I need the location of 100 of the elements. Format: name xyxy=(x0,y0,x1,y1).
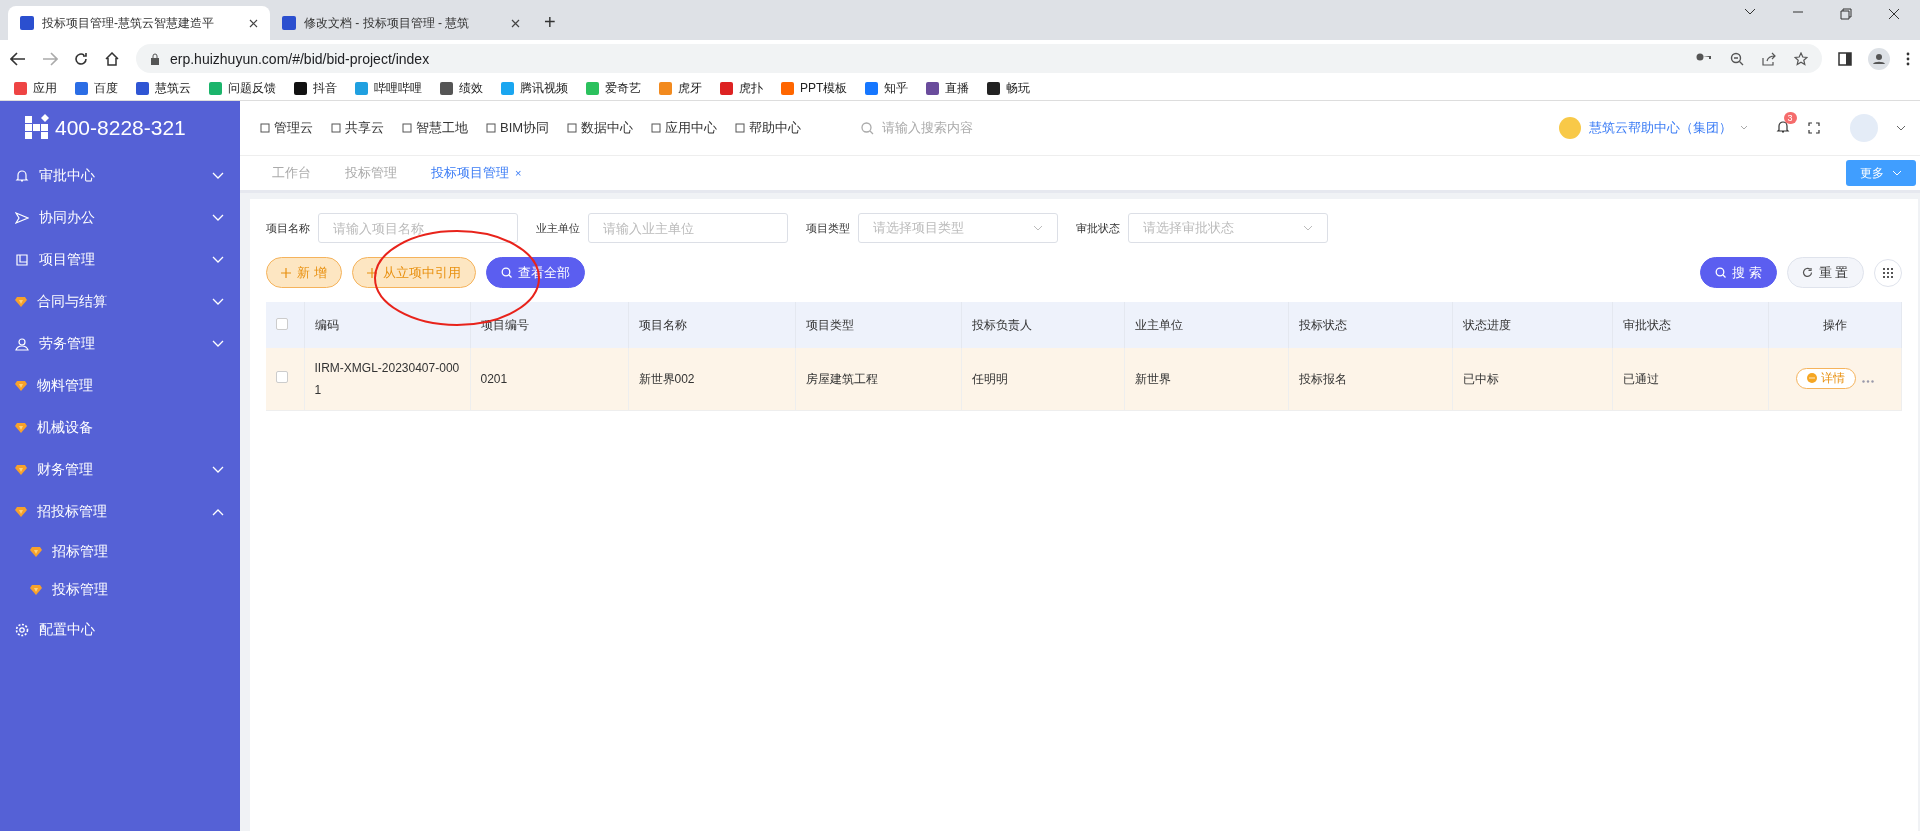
square-icon xyxy=(735,123,746,133)
more-icon[interactable] xyxy=(1861,380,1874,384)
organization-name[interactable]: 慧筑云帮助中心（集团） xyxy=(1588,119,1732,137)
minimize-icon[interactable] xyxy=(1792,8,1804,16)
close-icon[interactable] xyxy=(249,18,258,28)
browser-tab[interactable]: 投标项目管理-慧筑云智慧建造平 xyxy=(8,6,270,40)
bookmark[interactable]: 问题反馈 xyxy=(209,80,276,97)
book-icon xyxy=(15,253,29,267)
filter-label: 审批状态 xyxy=(1076,220,1120,236)
chevron-icon xyxy=(1033,225,1043,231)
filter-label: 业主单位 xyxy=(536,220,580,236)
fullscreen-icon[interactable] xyxy=(1807,122,1820,134)
sidebar-subitem[interactable]: 招标管理 xyxy=(0,533,240,571)
reset-button[interactable]: 重 置 xyxy=(1786,257,1864,288)
back-icon[interactable] xyxy=(10,51,26,66)
bookmark[interactable]: 直播 xyxy=(926,80,970,97)
gem-icon xyxy=(30,584,42,596)
search-icon xyxy=(500,267,512,278)
bookmark[interactable]: 抖音 xyxy=(294,80,337,97)
checkbox[interactable] xyxy=(276,317,288,330)
page-tab[interactable]: 投标项目管理 × xyxy=(417,164,542,182)
chevron-icon xyxy=(212,172,224,180)
bookmark[interactable]: 应用 xyxy=(14,80,57,97)
key-icon[interactable] xyxy=(1696,51,1712,62)
nav-link[interactable]: BIM协同 xyxy=(486,119,550,137)
column-header: 项目名称 xyxy=(628,302,795,348)
nav-link[interactable]: 共享云 xyxy=(331,119,384,137)
close-icon[interactable] xyxy=(1888,8,1900,20)
sidebar-item[interactable]: 财务管理 xyxy=(0,449,240,491)
reload-icon[interactable] xyxy=(74,51,88,66)
sidebar-item[interactable]: 审批中心 xyxy=(0,155,240,197)
square-icon xyxy=(486,123,496,133)
bookmark[interactable]: PPT模板 xyxy=(781,80,848,97)
filter-label: 项目类型 xyxy=(806,220,850,236)
bookmark[interactable]: 腾讯视频 xyxy=(501,80,568,97)
plus-icon xyxy=(366,267,377,278)
bell-icon[interactable] xyxy=(1775,119,1790,134)
zoom-out-icon[interactable] xyxy=(1730,51,1744,66)
new-tab-button[interactable]: + xyxy=(532,11,568,40)
settings-icon xyxy=(15,623,29,637)
lock-icon xyxy=(150,52,160,65)
profile-icon[interactable] xyxy=(1868,47,1890,70)
nav-link[interactable]: 智慧工地 xyxy=(402,119,468,137)
bookmark[interactable]: 百度 xyxy=(75,80,118,97)
search-button[interactable]: 搜 索 xyxy=(1700,257,1777,288)
sidebar-item[interactable]: 项目管理 xyxy=(0,239,240,281)
bookmark[interactable]: 畅玩 xyxy=(987,80,1031,97)
bookmark[interactable]: 爱奇艺 xyxy=(586,80,641,97)
share-icon[interactable] xyxy=(1762,51,1776,66)
chevron-icon xyxy=(212,466,224,474)
close-icon[interactable] xyxy=(511,18,520,28)
column-header: 状态进度 xyxy=(1452,302,1612,348)
column-header: 项目类型 xyxy=(795,302,961,348)
sidebar-item[interactable]: 合同与结算 xyxy=(0,281,240,323)
chevron-icon[interactable] xyxy=(1895,125,1906,131)
gem-icon xyxy=(15,296,27,308)
bookmark[interactable]: 绩效 xyxy=(440,80,483,97)
filter-label: 项目名称 xyxy=(266,220,310,236)
send-icon xyxy=(15,211,29,225)
sidebar-item[interactable]: 劳务管理 xyxy=(0,323,240,365)
column-header: 审批状态 xyxy=(1612,302,1768,348)
bookmark[interactable]: 虎扑 xyxy=(720,80,763,97)
chevron-icon xyxy=(212,340,224,348)
bookmark[interactable]: 虎牙 xyxy=(659,80,702,97)
address-bar[interactable]: erp.huizhuyun.com/#/bid/bid-project/index xyxy=(136,44,1822,73)
table-cell: 新世界002 xyxy=(628,348,795,411)
gem-icon xyxy=(15,380,27,392)
chevron-icon xyxy=(212,214,224,222)
favicon-icon xyxy=(282,16,296,30)
sidebar-item[interactable]: 物料管理 xyxy=(0,365,240,407)
nav-link[interactable]: 应用中心 xyxy=(651,119,718,137)
nav-link[interactable]: 管理云 xyxy=(260,119,313,137)
bookmark[interactable]: 哔哩哔哩 xyxy=(355,80,422,97)
menu-icon[interactable] xyxy=(1906,51,1910,66)
table-cell: 任明明 xyxy=(961,348,1124,411)
input-field[interactable]: 请输入项目名称 xyxy=(318,213,518,243)
nav-link[interactable]: 帮助中心 xyxy=(735,119,802,137)
bell-icon xyxy=(15,169,29,183)
chevron-icon[interactable] xyxy=(1744,8,1756,16)
restore-icon[interactable] xyxy=(1840,8,1852,20)
favicon-icon xyxy=(20,16,34,30)
side-panel-icon[interactable] xyxy=(1838,51,1852,66)
sidebar-item[interactable]: 招投标管理 xyxy=(0,491,240,533)
column-header: 业主单位 xyxy=(1124,302,1288,348)
bookmark[interactable]: 慧筑云 xyxy=(136,80,191,97)
sidebar-item[interactable]: 机械设备 xyxy=(0,407,240,449)
browser-tab[interactable]: 修改文档 - 投标项目管理 - 慧筑 xyxy=(270,6,532,40)
column-header: 投标负责人 xyxy=(961,302,1124,348)
checkbox[interactable] xyxy=(276,371,288,383)
refresh-icon xyxy=(1801,267,1813,278)
sidebar-item[interactable]: 配置中心 xyxy=(0,609,240,651)
sidebar-item[interactable]: 协同办公 xyxy=(0,197,240,239)
star-icon[interactable] xyxy=(1794,51,1808,66)
gem-icon xyxy=(15,506,27,518)
home-icon[interactable] xyxy=(104,51,120,66)
input-field[interactable]: 请输入业主单位 xyxy=(588,213,788,243)
nav-link[interactable]: 数据中心 xyxy=(567,119,634,137)
phone-number: 400-8228-321 xyxy=(55,116,186,140)
bookmark[interactable]: 知乎 xyxy=(865,80,909,97)
sidebar-subitem[interactable]: 投标管理 xyxy=(0,571,240,609)
